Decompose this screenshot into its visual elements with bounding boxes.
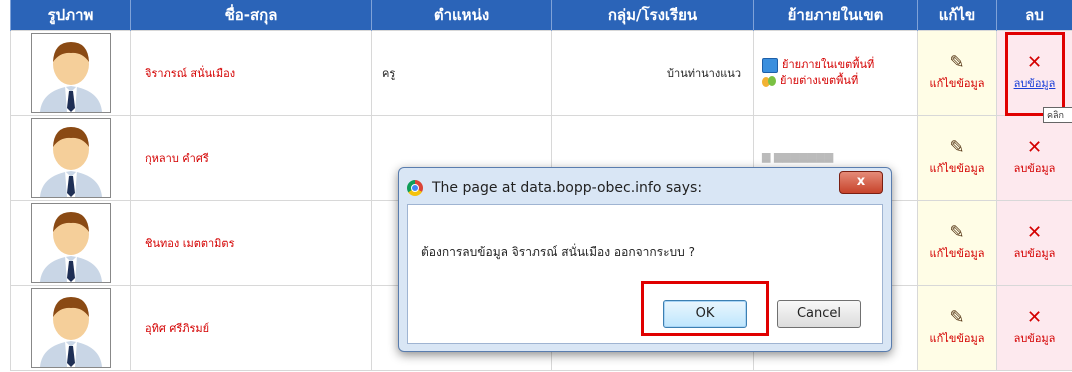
header-photo: รูปภาพ [10, 0, 131, 31]
edit-button[interactable]: ✎ แก้ไขข้อมูล [917, 200, 997, 286]
user-avatar-icon [30, 288, 111, 368]
pencil-icon: ✎ [949, 222, 965, 243]
x-icon: ✕ [1026, 307, 1043, 328]
cancel-button[interactable]: Cancel [777, 300, 861, 328]
edit-button[interactable]: ✎ แก้ไขข้อมูล [917, 115, 997, 201]
pencil-icon: ✎ [949, 137, 965, 158]
person-name[interactable]: จิราภรณ์ สนั่นเมือง [130, 30, 372, 116]
header-position: ตำแหน่ง [371, 0, 552, 31]
move-in-icon [762, 57, 778, 73]
move-cell: ย้ายภายในเขตพื้นที่ ย้ายต่างเขตพื้นที่ [753, 30, 918, 116]
header-delete: ลบ [996, 0, 1072, 31]
person-name[interactable]: กุหลาบ คำศรี [130, 115, 372, 201]
pencil-icon: ✎ [949, 307, 965, 328]
user-avatar-icon [30, 203, 111, 283]
person-school: บ้านท่านางแนว [551, 30, 754, 116]
delete-highlight-box [1005, 32, 1065, 116]
edit-button[interactable]: ✎ แก้ไขข้อมูล [917, 30, 997, 116]
person-name[interactable]: อุทิศ ศรีภิรมย์ [130, 285, 372, 371]
user-avatar-icon [30, 118, 111, 198]
dialog-title: The page at data.bopp-obec.info says: [432, 180, 703, 196]
photo-cell [10, 30, 131, 116]
photo-cell [10, 200, 131, 286]
ok-highlight-box [641, 281, 769, 336]
dialog-titlebar[interactable]: The page at data.bopp-obec.info says: x [399, 168, 891, 204]
tooltip: คลิก [1043, 107, 1072, 123]
photo-cell [10, 285, 131, 371]
dialog-close-button[interactable]: x [839, 171, 883, 194]
user-avatar-icon [30, 33, 111, 113]
photo-cell [10, 115, 131, 201]
header-school: กลุ่ม/โรงเรียน [551, 0, 754, 31]
delete-button[interactable]: ✕ ลบข้อมูล [996, 115, 1072, 201]
header-edit: แก้ไข [917, 0, 997, 31]
faded-move-icon: ▆ ▆▆▆▆▆▆▆ [762, 150, 834, 163]
delete-button[interactable]: ✕ ลบข้อมูล [996, 200, 1072, 286]
person-name[interactable]: ชินทอง เมตตามิตร [130, 200, 372, 286]
move-in-link[interactable]: ย้ายภายในเขตพื้นที่ [762, 57, 917, 73]
chrome-icon [407, 180, 423, 196]
header-name: ชื่อ-สกุล [130, 0, 372, 31]
delete-button[interactable]: ✕ ลบข้อมูล [996, 285, 1072, 371]
person-position: ครู [371, 30, 552, 116]
header-move: ย้ายภายในเขต [753, 0, 918, 31]
move-out-link[interactable]: ย้ายต่างเขตพื้นที่ [762, 73, 917, 89]
table-row: จิราภรณ์ สนั่นเมือง ครู บ้านท่านางแนว ย้… [10, 30, 1072, 116]
edit-button[interactable]: ✎ แก้ไขข้อมูล [917, 285, 997, 371]
table-header-row: รูปภาพ ชื่อ-สกุล ตำแหน่ง กลุ่ม/โรงเรียน … [10, 0, 1072, 31]
x-icon: ✕ [1026, 222, 1043, 243]
move-out-icon [762, 75, 776, 88]
dialog-message: ต้องการลบข้อมูล จิราภรณ์ สนั่นเมือง ออกจ… [421, 245, 695, 259]
pencil-icon: ✎ [949, 52, 965, 73]
x-icon: ✕ [1026, 137, 1043, 158]
